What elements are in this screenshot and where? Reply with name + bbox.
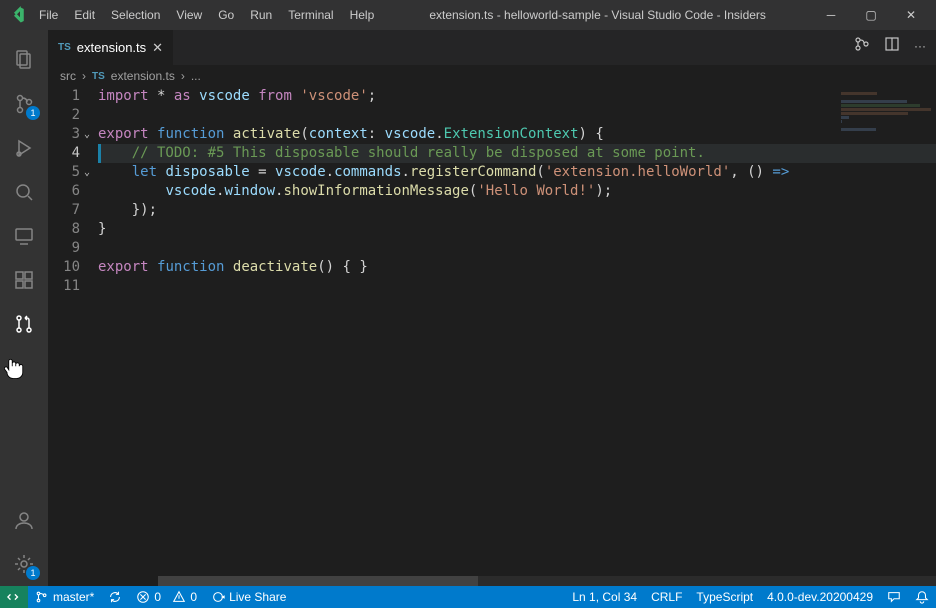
tab-extension-ts[interactable]: TS extension.ts ✕ [48,30,174,65]
code-line[interactable]: } [98,220,936,239]
code-body[interactable]: import * as vscode from 'vscode'; ⌄export… [98,87,936,586]
menu-help[interactable]: Help [343,4,382,26]
fold-icon[interactable]: ⌄ [84,125,90,144]
liveshare-indicator[interactable]: Live Share [204,590,293,604]
explorer-icon[interactable] [0,38,48,82]
problems-indicator[interactable]: 0 0 [129,590,204,604]
line-number: 11 [48,277,80,296]
cursor-icon [0,354,28,382]
code-line[interactable] [98,277,936,296]
sync-indicator[interactable] [101,590,129,604]
code-editor[interactable]: 1234567891011 import * as vscode from 'v… [48,87,936,586]
breadcrumb[interactable]: src › TS extension.ts › ... [48,65,936,87]
code-line[interactable]: }); [98,201,936,220]
split-editor-icon[interactable] [884,36,900,55]
code-line[interactable] [98,239,936,258]
menu-bar: FileEditSelectionViewGoRunTerminalHelp [32,4,381,26]
titlebar: FileEditSelectionViewGoRunTerminalHelp e… [0,0,936,30]
compare-icon[interactable] [854,36,870,55]
close-icon[interactable]: ✕ [152,40,163,56]
line-number: 6 [48,182,80,201]
code-line[interactable]: vscode.window.showInformationMessage('He… [98,182,936,201]
code-line[interactable] [98,106,936,125]
language-indicator[interactable]: TypeScript [689,590,760,604]
line-number: 5 [48,163,80,182]
code-line[interactable]: export function deactivate() { } [98,258,936,277]
line-number: 8 [48,220,80,239]
window-title: extension.ts - helloworld-sample - Visua… [381,8,814,22]
run-debug-icon[interactable] [0,126,48,170]
status-bar: master* 0 0 Live Share Ln 1, Col 34 CRLF… [0,586,936,608]
extensions-icon[interactable] [0,258,48,302]
eol-indicator[interactable]: CRLF [644,590,689,604]
code-line[interactable]: import * as vscode from 'vscode'; [98,87,936,106]
tab-bar: TS extension.ts ✕ [48,30,936,65]
remote-indicator[interactable] [0,586,28,608]
line-number: 1 [48,87,80,106]
fold-icon[interactable]: ⌄ [84,163,90,182]
remote-explorer-icon[interactable] [0,214,48,258]
scrollbar-thumb[interactable] [158,576,478,586]
menu-edit[interactable]: Edit [67,4,102,26]
vscode-logo-icon [8,6,26,24]
menu-selection[interactable]: Selection [104,4,167,26]
editor-actions: ··· [854,36,926,55]
cursor-position[interactable]: Ln 1, Col 34 [565,590,644,604]
menu-run[interactable]: Run [243,4,279,26]
notifications-icon[interactable] [908,590,936,604]
code-line[interactable]: ⌄export function activate(context: vscod… [98,125,936,144]
main-area: 1 1 TS extension.ts ✕ ··· src › TS exten… [0,30,936,586]
scm-badge: 1 [26,106,40,120]
breadcrumb-folder[interactable]: src [60,69,76,83]
tab-label: extension.ts [77,40,146,55]
more-icon[interactable]: ··· [914,39,926,53]
close-button[interactable]: ✕ [894,8,928,22]
line-number-gutter: 1234567891011 [48,87,98,586]
typescript-icon: TS [92,71,105,82]
menu-file[interactable]: File [32,4,65,26]
window-controls: ─ ▢ ✕ [814,8,928,22]
line-number: 2 [48,106,80,125]
github-pr-icon[interactable] [0,302,48,346]
code-line[interactable]: ⌄ let disposable = vscode.commands.regis… [98,163,936,182]
branch-indicator[interactable]: master* [28,590,101,604]
breadcrumb-file[interactable]: extension.ts [111,69,175,83]
chevron-right-icon: › [181,69,185,83]
horizontal-scrollbar[interactable] [158,576,936,586]
menu-view[interactable]: View [169,4,209,26]
line-number: 3 [48,125,80,144]
minimap[interactable] [841,92,936,162]
line-number: 10 [48,258,80,277]
typescript-icon: TS [58,42,71,53]
maximize-button[interactable]: ▢ [854,8,888,22]
settings-badge: 1 [26,566,40,580]
line-number: 9 [48,239,80,258]
menu-go[interactable]: Go [211,4,241,26]
settings-icon[interactable]: 1 [0,542,48,586]
typescript-version[interactable]: 4.0.0-dev.20200429 [760,590,880,604]
menu-terminal[interactable]: Terminal [281,4,340,26]
scm-icon[interactable]: 1 [0,82,48,126]
chevron-right-icon: › [82,69,86,83]
accounts-icon[interactable] [0,498,48,542]
code-line[interactable]: // TODO: #5 This disposable should reall… [98,144,936,163]
line-number: 7 [48,201,80,220]
breadcrumb-symbol[interactable]: ... [191,69,201,83]
search-icon[interactable] [0,170,48,214]
line-number: 4 [48,144,80,163]
minimize-button[interactable]: ─ [814,8,848,22]
activity-bar: 1 1 [0,30,48,586]
modified-line-indicator [98,144,101,163]
feedback-icon[interactable] [880,590,908,604]
editor-group: TS extension.ts ✕ ··· src › TS extension… [48,30,936,586]
